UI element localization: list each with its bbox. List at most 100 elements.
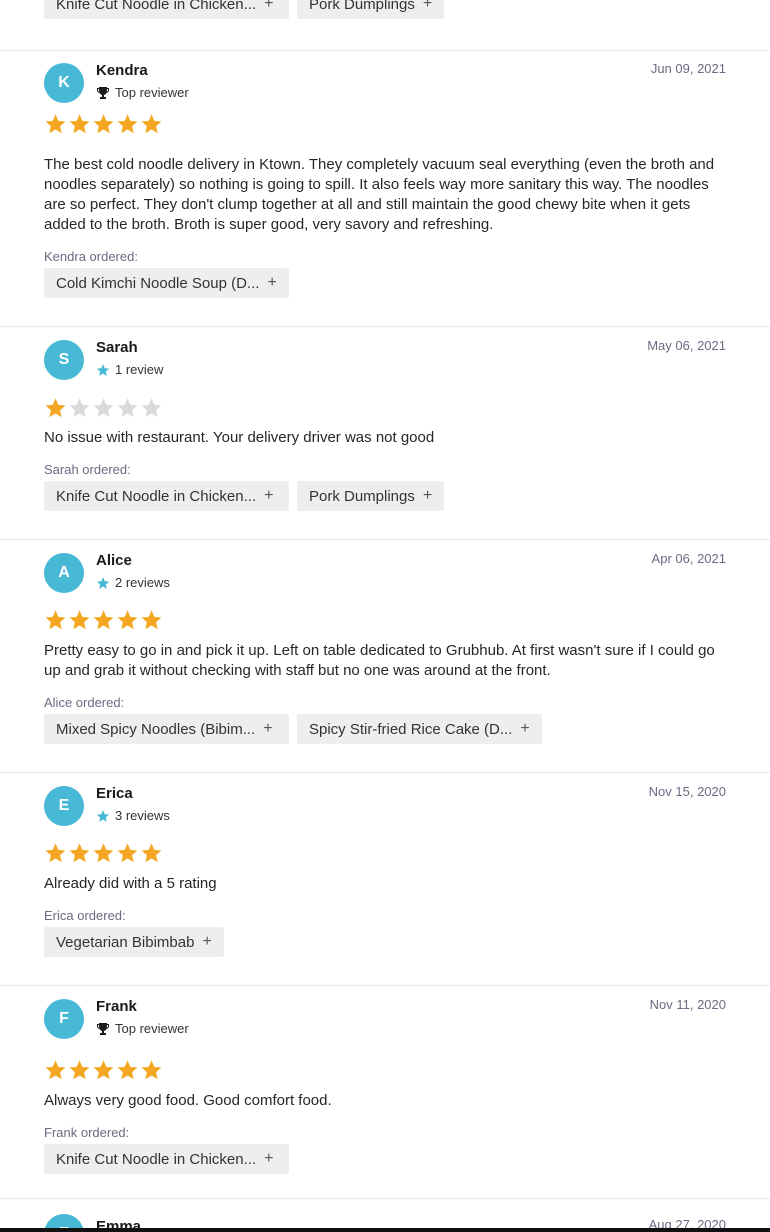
review-text: No issue with restaurant. Your delivery … — [44, 429, 435, 446]
item-label: Pork Dumplings — [309, 0, 415, 13]
avatar: E — [44, 1214, 84, 1228]
avatar: S — [44, 340, 84, 380]
item-label: Mixed Spicy Noodles (Bibim... — [56, 720, 256, 738]
star-icon — [96, 363, 110, 377]
star-icon — [96, 576, 110, 590]
ordered-item-chip[interactable]: Knife Cut Noodle in Chicken... + — [44, 0, 289, 19]
badge-label: Top reviewer — [115, 1021, 189, 1036]
ordered-label: Alice ordered: — [44, 695, 125, 710]
star-filled-icon — [45, 843, 66, 863]
divider — [0, 1198, 770, 1199]
avatar: K — [44, 63, 84, 103]
reviewer-badge: Top reviewer — [96, 1021, 189, 1036]
star-empty-icon — [117, 398, 138, 418]
reviewer-badge: 3 reviews — [96, 808, 170, 823]
reviewer-badge: 2 reviews — [96, 575, 170, 590]
ordered-item-chip[interactable]: Cold Kimchi Noodle Soup (D... + — [44, 268, 289, 298]
plus-icon: + — [264, 1150, 274, 1167]
ordered-label: Erica ordered: — [44, 908, 126, 923]
divider — [0, 539, 770, 540]
star-filled-icon — [45, 610, 66, 630]
reviewer-badge: Top reviewer — [96, 85, 189, 100]
reviewer-name[interactable]: Emma — [96, 1218, 141, 1228]
plus-icon: + — [422, 487, 433, 504]
reviewer-name[interactable]: Alice — [96, 552, 132, 569]
ordered-label: Sarah ordered: — [44, 462, 131, 477]
avatar: A — [44, 553, 84, 593]
star-filled-icon — [141, 1060, 162, 1080]
reviewer-name[interactable]: Kendra — [96, 62, 148, 79]
star-filled-icon — [69, 1060, 90, 1080]
item-label: Knife Cut Noodle in Chicken... — [56, 1150, 257, 1168]
ordered-item-chip[interactable]: Mixed Spicy Noodles (Bibim... + — [44, 714, 289, 744]
star-rating — [44, 842, 163, 864]
reviewer-name[interactable]: Erica — [96, 785, 133, 802]
ordered-item-chip[interactable]: Spicy Stir-fried Rice Cake (D... + — [297, 714, 542, 744]
divider — [0, 985, 770, 986]
star-empty-icon — [69, 398, 90, 418]
star-filled-icon — [69, 843, 90, 863]
star-filled-icon — [93, 843, 114, 863]
ordered-items: Cold Kimchi Noodle Soup (D... + — [44, 268, 289, 298]
divider — [0, 772, 770, 773]
ordered-item-chip[interactable]: Pork Dumplings + — [297, 0, 445, 19]
ordered-item-chip[interactable]: Knife Cut Noodle in Chicken... + — [44, 481, 289, 511]
review-card: E Erica 3 reviews Nov 15, 2020 Already d… — [44, 784, 726, 957]
review-date: Jun 09, 2021 — [650, 61, 726, 76]
star-filled-icon — [93, 610, 114, 630]
plus-icon: + — [422, 0, 433, 12]
star-rating — [44, 1059, 163, 1081]
plus-icon: + — [263, 720, 273, 737]
review-card: S Sarah 1 review May 06, 2021 No issue w… — [44, 338, 726, 511]
review-date: May 06, 2021 — [647, 338, 726, 353]
bottom-edge-bar — [0, 1228, 770, 1232]
star-filled-icon — [69, 610, 90, 630]
star-filled-icon — [93, 114, 114, 134]
item-label: Cold Kimchi Noodle Soup (D... — [56, 274, 260, 292]
star-filled-icon — [141, 114, 162, 134]
star-filled-icon — [93, 1060, 114, 1080]
ordered-item-chip[interactable]: Vegetarian Bibimbab + — [44, 927, 224, 957]
badge-label: 1 review — [115, 362, 164, 377]
ordered-label: Frank ordered: — [44, 1125, 130, 1140]
review-date: Apr 06, 2021 — [651, 551, 726, 566]
ordered-label: Kendra ordered: — [44, 249, 138, 264]
star-filled-icon — [117, 1060, 138, 1080]
divider — [0, 50, 770, 51]
divider — [0, 326, 770, 327]
star-rating — [44, 397, 163, 419]
top-ordered-items: Knife Cut Noodle in Chicken... + Pork Du… — [44, 0, 445, 19]
ordered-item-chip[interactable]: Pork Dumplings + — [297, 481, 445, 511]
plus-icon: + — [267, 274, 277, 291]
reviewer-name[interactable]: Frank — [96, 998, 137, 1015]
review-text: The best cold noodle delivery in Ktown. … — [44, 156, 715, 233]
item-label: Vegetarian Bibimbab — [56, 933, 195, 951]
review-text: Always very good food. Good comfort food… — [44, 1092, 332, 1109]
item-label: Knife Cut Noodle in Chicken... — [56, 487, 257, 505]
review-card: A Alice 2 reviews Apr 06, 2021 Pretty ea… — [44, 551, 726, 744]
star-rating — [44, 113, 163, 135]
badge-label: 2 reviews — [115, 575, 170, 590]
star-filled-icon — [45, 398, 66, 418]
reviewer-badge: 1 review — [96, 362, 163, 377]
ordered-items: Mixed Spicy Noodles (Bibim... + Spicy St… — [44, 714, 542, 744]
review-date: Nov 15, 2020 — [648, 784, 726, 799]
star-empty-icon — [141, 398, 162, 418]
star-filled-icon — [69, 114, 90, 134]
item-label: Pork Dumplings — [309, 487, 415, 505]
reviewer-name[interactable]: Sarah — [96, 339, 138, 356]
plus-icon: + — [264, 487, 274, 504]
star-filled-icon — [117, 114, 138, 134]
star-empty-icon — [93, 398, 114, 418]
review-date: Aug 27, 2020 — [648, 1217, 726, 1228]
badge-label: 3 reviews — [115, 808, 170, 823]
trophy-icon — [96, 86, 110, 100]
avatar: E — [44, 786, 84, 826]
star-icon — [96, 809, 110, 823]
review-date: Nov 11, 2020 — [649, 997, 726, 1012]
ordered-item-chip[interactable]: Knife Cut Noodle in Chicken... + — [44, 1144, 289, 1174]
ordered-items: Knife Cut Noodle in Chicken... + Pork Du… — [44, 481, 445, 511]
item-label: Spicy Stir-fried Rice Cake (D... — [309, 720, 513, 738]
star-filled-icon — [45, 114, 66, 134]
badge-label: Top reviewer — [115, 85, 189, 100]
